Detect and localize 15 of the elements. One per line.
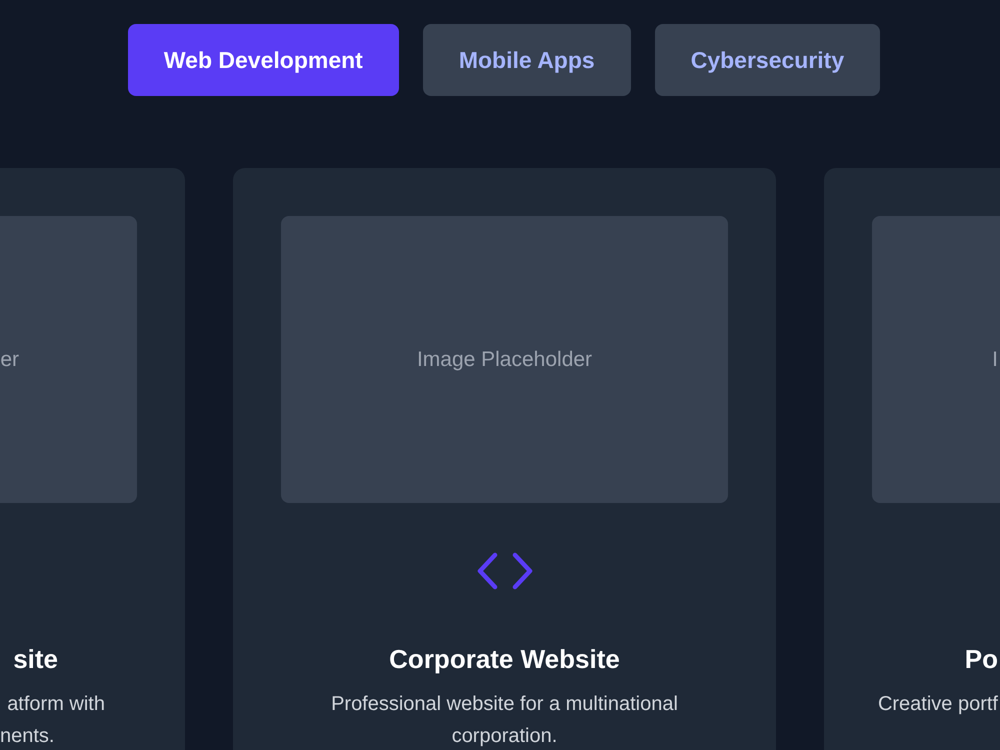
card-description: nents.	[0, 724, 56, 749]
placeholder-text: Image Placeholder	[416, 348, 592, 372]
placeholder-text: I	[992, 348, 998, 372]
card-title: Corporate Website	[388, 643, 621, 676]
category-tab[interactable]: Cybersecurity	[654, 24, 880, 96]
card-title: Po	[964, 643, 999, 676]
card-description: Creative portf	[876, 692, 998, 717]
card-description: corporation.	[450, 724, 558, 749]
card-description: atform with	[6, 692, 106, 717]
category-tab[interactable]: Web Development	[128, 24, 399, 96]
placeholder-text: er	[0, 348, 19, 372]
card-title: site	[12, 643, 59, 676]
card-description: Professional website for a multinational	[330, 692, 679, 717]
category-tab[interactable]: Mobile Apps	[422, 24, 631, 96]
code-icon	[476, 552, 534, 590]
